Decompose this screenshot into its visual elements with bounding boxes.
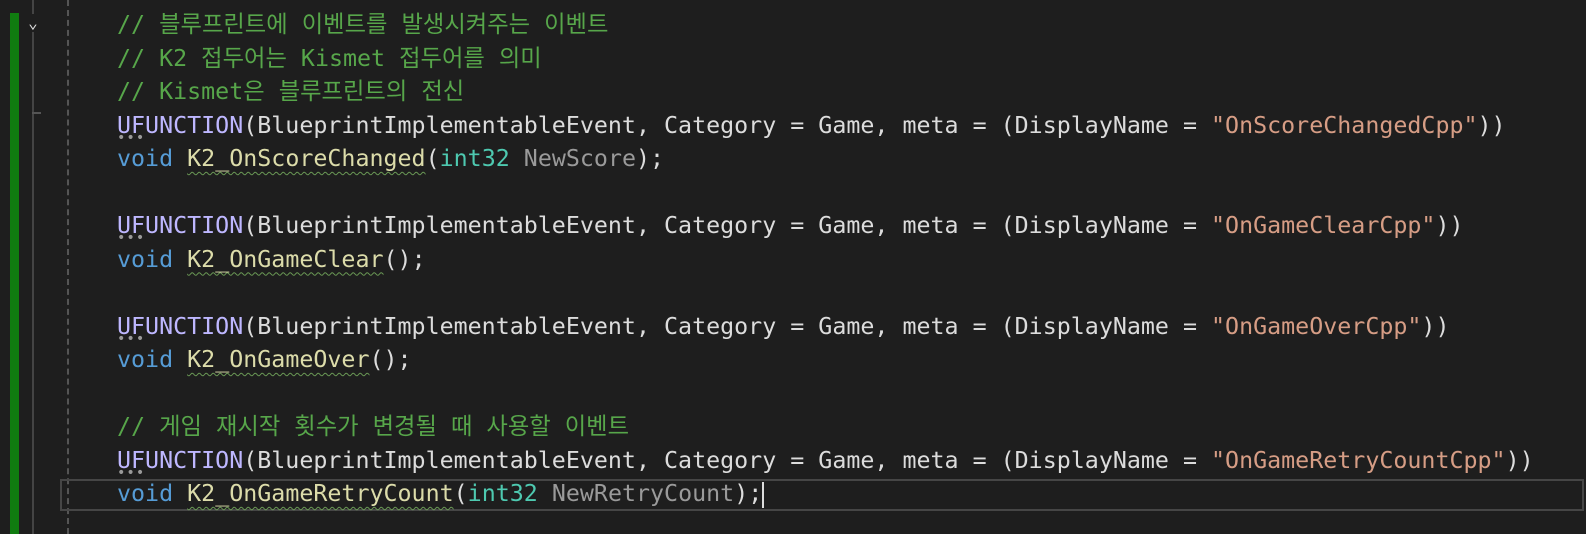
token-fn: K2_OnGameOver bbox=[187, 346, 370, 373]
code-line[interactable]: // K2 접두어는 Kismet 접두어를 의미 bbox=[117, 42, 1534, 76]
token-plain: (BlueprintImplementableEvent, Category =… bbox=[243, 111, 1212, 139]
collapsed-hint-dots: ••• bbox=[117, 464, 146, 481]
code-line[interactable]: // 블루프린트에 이벤트를 발생시켜주는 이벤트 bbox=[117, 8, 1534, 42]
fold-guide bbox=[32, 0, 34, 534]
text-caret bbox=[762, 481, 765, 508]
token-plain: (); bbox=[369, 346, 412, 373]
token-param: NewScore bbox=[523, 145, 637, 172]
code-line[interactable]: void K2_OnGameClear(); bbox=[117, 243, 1534, 277]
code-editor[interactable]: // 블루프린트에 이벤트를 발생시켜주는 이벤트 // K2 접두어는 Kism… bbox=[117, 8, 1534, 511]
code-line[interactable]: UFUNCTION(BlueprintImplementableEvent, C… bbox=[117, 310, 1534, 347]
token-param: NewRetryCount bbox=[551, 480, 735, 507]
token-str: "OnGameOverCpp" bbox=[1211, 312, 1422, 340]
collapsed-hint-dots: ••• bbox=[117, 129, 146, 146]
code-line[interactable] bbox=[117, 176, 1534, 210]
change-indicator-bar bbox=[10, 13, 19, 534]
token-plain: )) bbox=[1505, 446, 1534, 474]
code-line[interactable]: void K2_OnGameRetryCount(int32 NewRetryC… bbox=[117, 477, 1534, 511]
token-fn: K2_OnGameClear bbox=[187, 245, 384, 273]
token-plain: ); bbox=[636, 145, 665, 172]
token-type: int32 bbox=[439, 145, 510, 172]
token-plain: ( bbox=[453, 480, 468, 507]
collapsed-hint-dots: ••• bbox=[117, 330, 146, 347]
code-line[interactable] bbox=[117, 377, 1534, 411]
token-plain: )) bbox=[1435, 212, 1464, 239]
collapsed-hint-dots: ••• bbox=[117, 230, 146, 246]
token-kw: void bbox=[117, 480, 174, 507]
token-plain: ( bbox=[425, 145, 440, 172]
token-kw: void bbox=[117, 245, 174, 273]
token-kw: void bbox=[117, 346, 174, 373]
token-plain: )) bbox=[1421, 312, 1450, 340]
code-line[interactable] bbox=[117, 276, 1534, 310]
fold-chevron-down-icon[interactable]: ⌄ bbox=[24, 14, 42, 32]
token-comment: // 블루프린트에 이벤트를 발생시켜주는 이벤트 bbox=[117, 11, 609, 38]
token-plain: (BlueprintImplementableEvent, Category =… bbox=[243, 212, 1212, 239]
code-line[interactable]: UFUNCTION(BlueprintImplementableEvent, C… bbox=[117, 109, 1534, 146]
fold-guide-end bbox=[32, 112, 41, 114]
token-plain: (BlueprintImplementableEvent, Category =… bbox=[243, 446, 1212, 474]
token-plain: (BlueprintImplementableEvent, Category =… bbox=[243, 312, 1212, 340]
code-line[interactable]: UFUNCTION(BlueprintImplementableEvent, C… bbox=[117, 209, 1534, 246]
token-str: "OnGameClearCpp" bbox=[1211, 212, 1436, 239]
code-line[interactable]: UFUNCTION(BlueprintImplementableEvent, C… bbox=[117, 444, 1534, 481]
indent-guide bbox=[67, 0, 69, 534]
code-line[interactable]: void K2_OnScoreChanged(int32 NewScore); bbox=[117, 142, 1534, 176]
token-plain: )) bbox=[1477, 111, 1506, 139]
token-comment: // 게임 재시작 횟수가 변경될 때 사용할 이벤트 bbox=[117, 413, 630, 440]
token-comment: // K2 접두어는 Kismet 접두어를 의미 bbox=[117, 44, 542, 72]
code-line[interactable]: void K2_OnGameOver(); bbox=[117, 343, 1534, 377]
token-type: int32 bbox=[467, 480, 538, 507]
token-str: "OnGameRetryCountCpp" bbox=[1211, 446, 1506, 474]
token-plain: (); bbox=[383, 245, 426, 273]
code-line[interactable]: // Kismet은 블루프린트의 전신 bbox=[117, 75, 1534, 109]
token-kw: void bbox=[117, 145, 174, 172]
token-fn: K2_OnScoreChanged bbox=[187, 145, 426, 172]
token-fn: K2_OnGameRetryCount bbox=[187, 480, 454, 507]
code-line[interactable]: // 게임 재시작 횟수가 변경될 때 사용할 이벤트 bbox=[117, 410, 1534, 444]
token-comment: // Kismet은 블루프린트의 전신 bbox=[117, 78, 465, 105]
token-str: "OnScoreChangedCpp" bbox=[1211, 111, 1478, 139]
token-plain: ); bbox=[734, 480, 763, 507]
